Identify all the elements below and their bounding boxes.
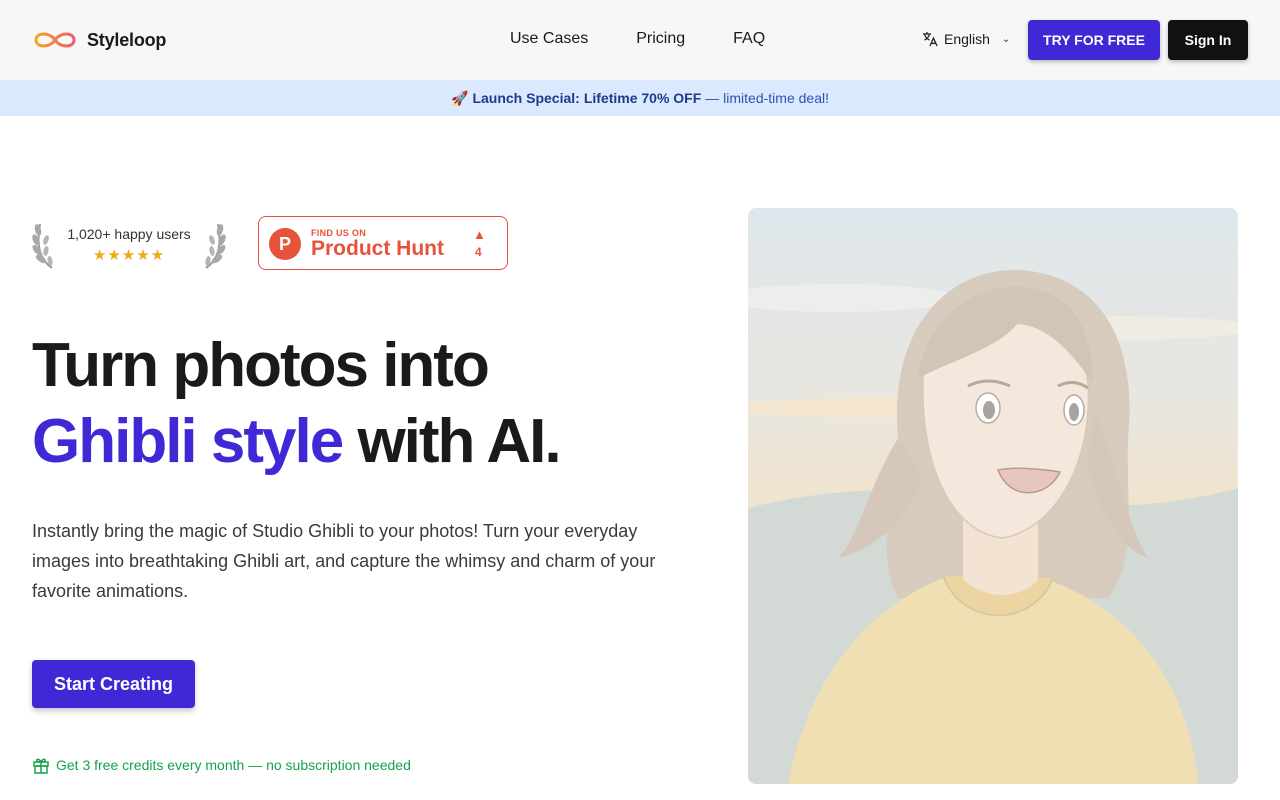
infinity-logo-icon [34, 32, 76, 48]
rocket-icon: 🚀 [451, 89, 469, 106]
brand-name: Styleloop [87, 29, 167, 50]
hero-title-accent: Ghibli style [32, 407, 344, 476]
hero-title-rest: with AI. [357, 407, 561, 476]
language-selector[interactable]: English ⌄ [922, 31, 1010, 47]
banner-prefix: Launch Special: [472, 90, 580, 106]
banner-suffix: — limited-time deal! [705, 90, 829, 106]
translate-icon [923, 32, 938, 47]
product-hunt-logo-icon: P [269, 228, 301, 260]
free-credits-note: Get 3 free credits every month — no subs… [32, 756, 411, 774]
nav-use-cases[interactable]: Use Cases [510, 30, 588, 48]
ghibli-portrait-image [748, 208, 1238, 784]
site-header: Styleloop Use Cases Pricing FAQ English … [0, 0, 1280, 80]
happy-users-count: 1,020+ happy users [67, 226, 191, 242]
product-hunt-title: Product Hunt [311, 237, 444, 260]
try-for-free-button[interactable]: TRY FOR FREE [1028, 20, 1160, 60]
brand-logo[interactable]: Styleloop [32, 27, 166, 53]
language-label: English [944, 31, 990, 47]
gift-icon [33, 758, 49, 774]
sign-in-button[interactable]: Sign In [1168, 20, 1248, 60]
hero-title-line1: Turn photos into [32, 331, 490, 400]
banner-deal: Lifetime 70% OFF [583, 90, 702, 106]
nav-faq[interactable]: FAQ [733, 30, 765, 48]
product-hunt-badge[interactable]: P FIND US ON Product Hunt ▲ 4 [258, 216, 508, 270]
upvote-arrow-icon: ▲ [473, 227, 486, 242]
nav-pricing[interactable]: Pricing [636, 30, 685, 48]
start-creating-button[interactable]: Start Creating [32, 660, 195, 708]
upvote-count: 4 [475, 245, 482, 259]
main-nav: Use Cases Pricing FAQ [510, 30, 765, 48]
free-credits-text: Get 3 free credits every month — no subs… [56, 757, 411, 773]
laurel-right-icon [205, 223, 226, 269]
hero-description: Instantly bring the magic of Studio Ghib… [32, 521, 656, 601]
happy-users-badge: 1,020+ happy users ★★★★★ [32, 216, 226, 272]
promo-banner[interactable]: 🚀 Launch Special: Lifetime 70% OFF — lim… [0, 80, 1280, 116]
chevron-down-icon: ⌄ [1001, 33, 1011, 45]
star-rating: ★★★★★ [92, 247, 166, 264]
hero-title: Turn photos into Ghibli style with AI. [32, 328, 712, 480]
